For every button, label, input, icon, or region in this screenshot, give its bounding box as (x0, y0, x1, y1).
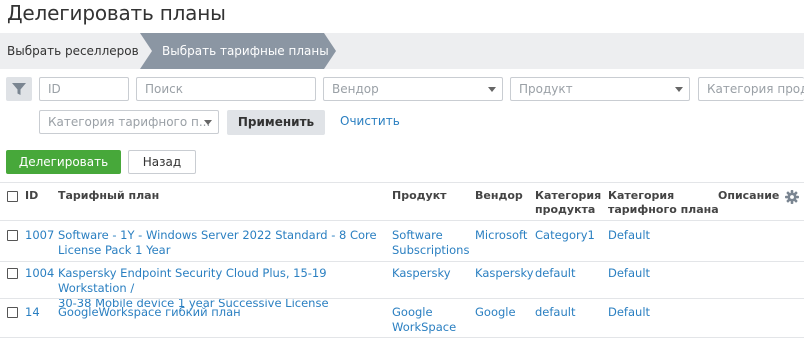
column-header-description[interactable]: Описание (718, 189, 779, 203)
filter-toggle-button[interactable] (6, 77, 32, 101)
plan-category-select-placeholder: Категория тарифного п... (48, 115, 211, 129)
plan-line: Software - 1Y - Windows Server 2022 Stan… (58, 228, 377, 242)
back-button[interactable]: Назад (128, 150, 196, 174)
row-divider (0, 261, 804, 262)
row-divider (0, 298, 804, 299)
search-input[interactable]: Поиск (136, 77, 316, 101)
delegate-button[interactable]: Делегировать (6, 150, 121, 174)
row-product-category[interactable]: Category1 (535, 228, 595, 243)
product-line: WorkSpace (392, 320, 457, 334)
row-checkbox[interactable] (7, 230, 18, 241)
id-filter-input[interactable]: ID (39, 77, 129, 101)
row-checkbox[interactable] (7, 307, 18, 318)
plan-line: License Pack 1 Year (58, 243, 171, 257)
row-checkbox[interactable] (7, 268, 18, 279)
row-plan-category[interactable]: Default (608, 266, 650, 281)
header-line: тарифного плана (608, 203, 719, 216)
chevron-down-icon (675, 87, 683, 92)
column-header-vendor[interactable]: Вендор (475, 189, 523, 203)
wizard-step-label: Выбрать тарифные планы (162, 44, 329, 58)
row-product-category[interactable]: default (535, 266, 575, 281)
product-category-select[interactable]: Категория продукта (698, 77, 804, 101)
select-all-checkbox[interactable] (7, 191, 18, 202)
row-id[interactable]: 1007 (25, 228, 54, 243)
chevron-down-icon (488, 87, 496, 92)
product-select-placeholder: Продукт (519, 82, 573, 96)
plan-category-select[interactable]: Категория тарифного п... (39, 110, 219, 134)
column-header-plan-category[interactable]: Категория тарифного плана (608, 189, 719, 217)
product-select[interactable]: Продукт (510, 77, 690, 101)
row-vendor[interactable]: Microsoft (475, 228, 527, 243)
column-header-id[interactable]: ID (25, 189, 38, 203)
row-plan-name[interactable]: GoogleWorkspace гибкий план (58, 305, 388, 320)
product-line: Subscriptions (392, 243, 470, 257)
row-product[interactable]: Kaspersky (392, 266, 451, 281)
product-line: Software (392, 228, 443, 242)
row-divider (0, 220, 804, 221)
chevron-down-icon (204, 120, 212, 125)
row-product[interactable]: Google WorkSpace (392, 305, 456, 335)
gear-icon[interactable] (785, 190, 799, 204)
vendor-select[interactable]: Вендор (323, 77, 503, 101)
clear-filters-link[interactable]: Очистить (340, 114, 400, 128)
row-plan-name[interactable]: Software - 1Y - Windows Server 2022 Stan… (58, 228, 388, 258)
row-plan-category[interactable]: Default (608, 228, 650, 243)
row-divider (0, 337, 804, 338)
column-header-product-category[interactable]: Категория продукта (535, 189, 601, 217)
apply-filters-button[interactable]: Применить (227, 110, 325, 135)
plan-line: Kaspersky Endpoint Security Cloud Plus, … (58, 266, 327, 295)
row-plan-category[interactable]: Default (608, 305, 650, 320)
header-line: Категория (535, 189, 602, 202)
wizard-step-select-resellers[interactable]: Выбрать реселлеров (7, 33, 139, 69)
row-id[interactable]: 1004 (25, 266, 54, 281)
row-product-category[interactable]: default (535, 305, 575, 320)
row-product[interactable]: Software Subscriptions (392, 228, 469, 258)
funnel-icon (12, 83, 26, 95)
header-line: продукта (535, 203, 596, 216)
header-line: Категория (608, 189, 675, 202)
wizard-step-select-plans[interactable]: Выбрать тарифные планы (140, 33, 336, 69)
row-vendor[interactable]: Kaspersky (475, 266, 534, 281)
product-line: Google (392, 305, 433, 319)
wizard-steps: Выбрать реселлеров Выбрать тарифные план… (0, 33, 804, 69)
row-vendor[interactable]: Google (475, 305, 516, 320)
vendor-select-placeholder: Вендор (332, 82, 379, 96)
column-header-product[interactable]: Продукт (392, 189, 447, 203)
page-title: Делегировать планы (7, 1, 226, 25)
row-id[interactable]: 14 (25, 305, 40, 320)
column-header-plan[interactable]: Тарифный план (58, 189, 159, 203)
